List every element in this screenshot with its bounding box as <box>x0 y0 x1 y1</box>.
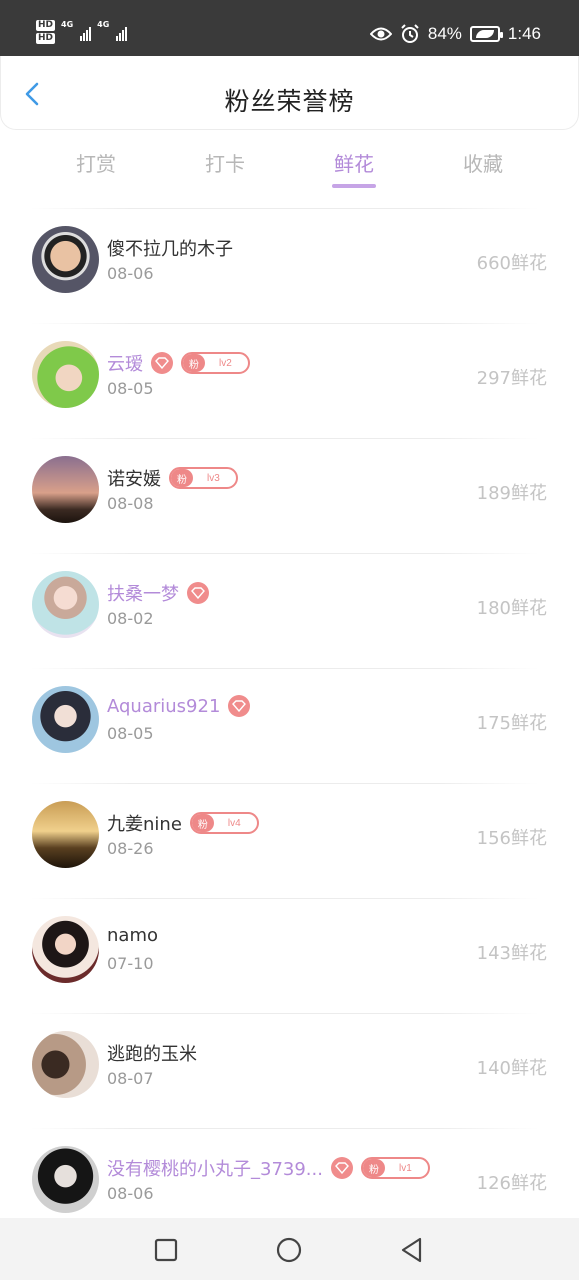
date: 08-02 <box>107 609 154 628</box>
signal-icon <box>80 23 92 41</box>
avatar[interactable] <box>32 801 99 868</box>
date: 08-26 <box>107 839 154 858</box>
list-item[interactable]: 扶桑一梦 08-02 180鲜花 <box>0 553 579 668</box>
user-name[interactable]: 九姜nine <box>107 810 182 836</box>
hd-badge: HD <box>36 20 56 31</box>
tab-checkin[interactable]: 打卡 <box>180 148 270 177</box>
tab-tipping[interactable]: 打赏 <box>51 148 141 177</box>
avatar[interactable] <box>32 1031 99 1098</box>
flower-count: 297鲜花 <box>476 368 547 389</box>
gem-badge-icon <box>187 582 209 604</box>
gem-badge-icon <box>330 1157 353 1179</box>
divider <box>30 1128 539 1129</box>
flower-count: 126鲜花 <box>476 1173 547 1194</box>
user-name[interactable]: 扶桑一梦 <box>107 580 179 606</box>
header: 粉丝荣誉榜 <box>0 56 579 130</box>
square-recent-icon[interactable] <box>152 1236 180 1264</box>
battery-icon <box>469 26 503 42</box>
divider <box>30 323 539 324</box>
circle-home-icon[interactable] <box>275 1236 303 1264</box>
avatar[interactable] <box>32 341 99 408</box>
gem-badge-icon <box>151 352 173 374</box>
eye-icon <box>369 27 392 41</box>
divider <box>30 208 539 209</box>
tab-favorites[interactable]: 收藏 <box>438 148 528 177</box>
flower-count: 175鲜花 <box>476 713 547 734</box>
fan-badge-level: lv3 <box>207 472 220 484</box>
tab-flowers[interactable]: 鲜花 <box>309 148 399 177</box>
avatar[interactable] <box>32 686 99 753</box>
system-navigation-bar <box>0 1218 579 1280</box>
active-tab-indicator <box>332 184 376 188</box>
tab-bar: 打赏 打卡 鲜花 收藏 <box>0 130 579 192</box>
divider <box>30 553 539 554</box>
avatar[interactable] <box>32 456 99 523</box>
flower-count: 140鲜花 <box>476 1058 547 1079</box>
network-type-label: 4G <box>61 20 74 29</box>
user-name[interactable]: namo <box>107 925 158 946</box>
list-item[interactable]: Aquarius921 08-05 175鲜花 <box>0 668 579 783</box>
fan-badge-label: 粉 <box>191 814 214 832</box>
avatar[interactable] <box>32 1146 99 1213</box>
date: 08-05 <box>107 379 154 398</box>
network-indicators: HD HD 4G 4G <box>36 20 128 44</box>
divider <box>30 783 539 784</box>
date: 08-05 <box>107 724 154 743</box>
user-name[interactable]: 诺安媛 <box>107 465 161 491</box>
fan-badge-level: lv2 <box>219 357 232 369</box>
clock: 1:46 <box>507 24 541 43</box>
hd-badge: HD <box>36 33 56 44</box>
user-name[interactable]: 云瑷 <box>107 350 143 376</box>
user-name[interactable]: 傻不拉几的木子 <box>107 235 233 261</box>
date: 08-07 <box>107 1069 154 1088</box>
fan-level-badge: 粉 lv1 <box>360 1157 430 1179</box>
gem-badge-icon <box>228 695 251 717</box>
network-type-label: 4G <box>97 20 110 29</box>
fan-level-badge: 粉 lv4 <box>189 812 259 834</box>
status-bar: HD HD 4G 4G 84% 1:46 <box>0 0 579 56</box>
date: 08-06 <box>107 1184 154 1203</box>
flower-count: 180鲜花 <box>476 598 547 619</box>
list-item[interactable]: 诺安媛 粉 lv3 08-08 189鲜花 <box>0 438 579 553</box>
divider <box>30 1013 539 1014</box>
user-name[interactable]: Aquarius921 <box>107 696 220 717</box>
list-item[interactable]: 云瑷 粉 lv2 08-05 297鲜花 <box>0 323 579 438</box>
flower-count: 189鲜花 <box>476 483 547 504</box>
fan-badge-label: 粉 <box>183 354 205 372</box>
fan-level-badge: 粉 lv3 <box>169 467 238 489</box>
flower-count: 660鲜花 <box>476 253 547 274</box>
date: 08-08 <box>107 494 154 513</box>
date: 07-10 <box>107 954 154 973</box>
date: 08-06 <box>107 264 154 283</box>
list-item[interactable]: namo 07-10 143鲜花 <box>0 898 579 1013</box>
divider <box>30 898 539 899</box>
list-item[interactable]: 傻不拉几的木子 08-06 660鲜花 <box>0 208 579 323</box>
flower-count: 143鲜花 <box>476 943 547 964</box>
signal-icon <box>116 23 128 41</box>
alarm-icon <box>401 24 419 43</box>
flower-count: 156鲜花 <box>476 828 547 849</box>
fan-badge-level: lv1 <box>398 1162 412 1174</box>
list-item[interactable]: 九姜nine 粉 lv4 08-26 156鲜花 <box>0 783 579 898</box>
fan-badge-label: 粉 <box>362 1159 385 1177</box>
fan-badge-level: lv4 <box>227 817 241 829</box>
battery-percent: 84% <box>427 24 462 43</box>
user-name[interactable]: 没有樱桃的小丸子_3739... <box>107 1155 323 1181</box>
avatar[interactable] <box>32 226 99 293</box>
page-title: 粉丝荣誉榜 <box>224 87 355 116</box>
list-item[interactable]: 逃跑的玉米 08-07 140鲜花 <box>0 1013 579 1128</box>
user-name[interactable]: 逃跑的玉米 <box>107 1040 197 1066</box>
divider <box>30 668 539 669</box>
fan-level-badge: 粉 lv2 <box>181 352 250 374</box>
avatar[interactable] <box>32 571 99 638</box>
fan-badge-label: 粉 <box>171 469 193 487</box>
avatar[interactable] <box>32 916 99 983</box>
triangle-back-icon[interactable] <box>398 1236 426 1264</box>
divider <box>30 438 539 439</box>
